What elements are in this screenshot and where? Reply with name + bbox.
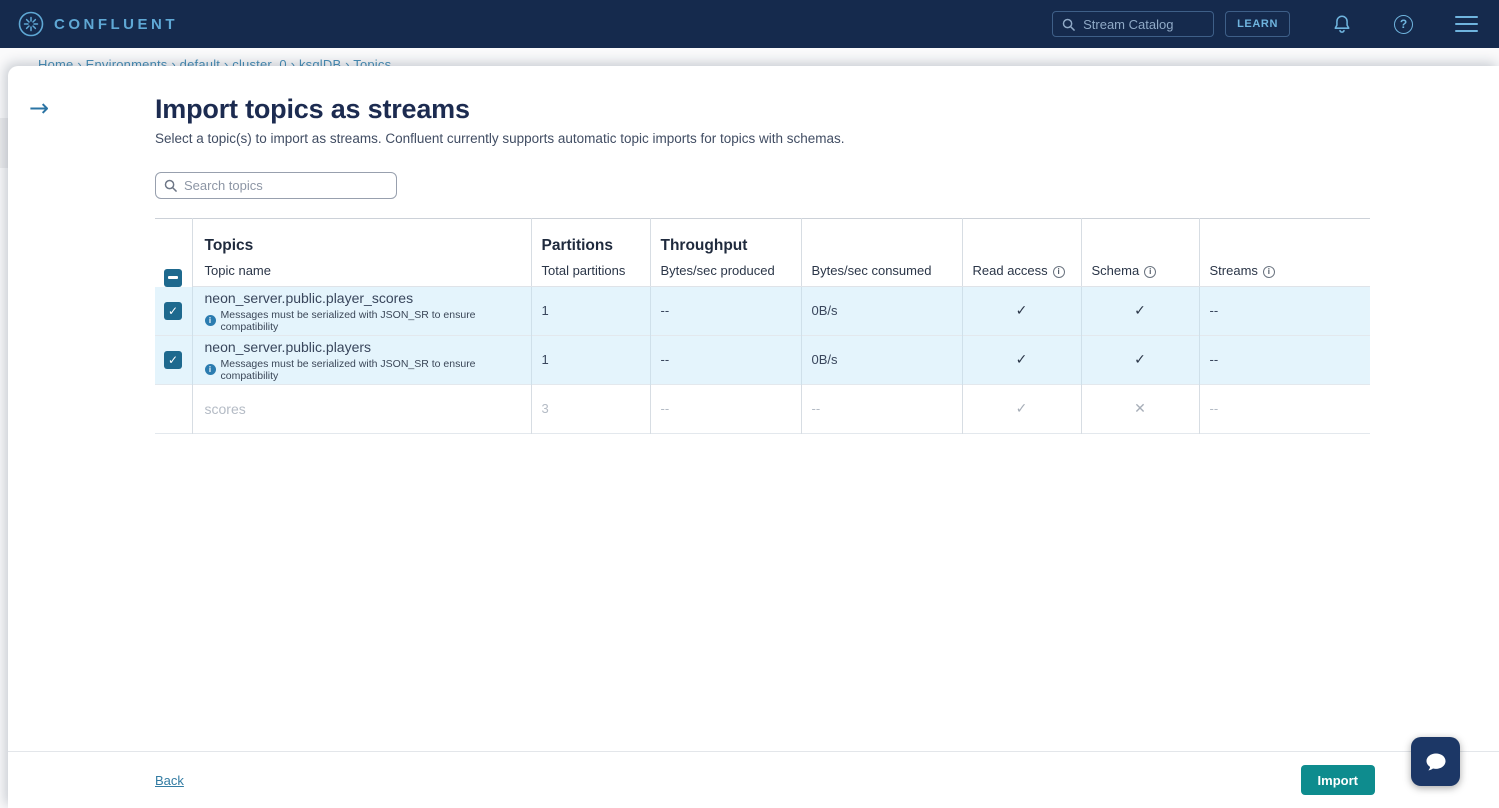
page-subtitle: Select a topic(s) to import as streams. … — [155, 131, 1370, 146]
info-icon: i — [205, 315, 216, 326]
bytes-consumed-value: 0B/s — [812, 303, 838, 318]
row-checkbox[interactable]: ✓ — [164, 302, 182, 320]
topic-name: neon_server.public.player_scores — [205, 290, 521, 307]
bytes-consumed-value: -- — [812, 401, 821, 416]
read-access-mark: ✓ — [1016, 303, 1028, 319]
column-bytes-consumed: Bytes/sec consumed — [812, 263, 932, 278]
search-icon — [164, 179, 177, 192]
select-all-checkbox[interactable] — [164, 269, 182, 287]
back-link[interactable]: Back — [155, 773, 184, 788]
streams-value: -- — [1210, 401, 1219, 416]
topic-name: neon_server.public.players — [205, 339, 521, 356]
search-topics-input[interactable] — [184, 178, 388, 193]
schema-mark: ✓ — [1134, 352, 1146, 368]
bytes-consumed-value: 0B/s — [812, 352, 838, 367]
schema-mark: ✓ — [1134, 303, 1146, 319]
table-row[interactable]: ✓ neon_server.public.player_scores i Mes… — [155, 287, 1370, 336]
table-row[interactable]: ✓ scores 3 -- -- ✓ ✕ -- — [155, 385, 1370, 434]
chat-bubble-icon — [1423, 749, 1449, 775]
info-icon[interactable]: i — [1263, 266, 1275, 278]
column-schema: Schema — [1092, 263, 1140, 278]
hamburger-menu-icon[interactable] — [1455, 16, 1478, 33]
streams-value: -- — [1210, 352, 1219, 367]
column-topic-name: Topic name — [205, 263, 271, 278]
row-checkbox[interactable]: ✓ — [164, 351, 182, 369]
topic-note: i Messages must be serialized with JSON_… — [205, 358, 521, 382]
total-partitions-value: 1 — [542, 352, 549, 367]
notifications-bell-icon[interactable] — [1332, 13, 1352, 35]
search-topics-box[interactable] — [155, 172, 397, 199]
read-access-mark: ✓ — [1016, 401, 1028, 417]
column-group-partitions: Partitions — [542, 237, 613, 254]
column-group-topics: Topics — [205, 237, 254, 254]
confluent-logo[interactable]: CONFLUENT — [18, 11, 178, 37]
column-total-partitions: Total partitions — [542, 263, 626, 278]
chat-widget-button[interactable] — [1411, 737, 1460, 786]
panel-footer: Back Import — [8, 751, 1499, 808]
help-icon[interactable]: ? — [1394, 15, 1413, 34]
top-navbar: CONFLUENT LEARN ? — [0, 0, 1499, 48]
column-streams: Streams — [1210, 263, 1258, 278]
schema-mark: ✕ — [1134, 401, 1146, 417]
column-read-access: Read access — [973, 263, 1048, 278]
topics-table: Topics Partitions Throughput Topic name … — [155, 218, 1370, 434]
page-title: Import topics as streams — [155, 94, 1370, 125]
import-topics-panel: → Import topics as streams Select a topi… — [8, 66, 1499, 808]
import-button[interactable]: Import — [1301, 765, 1375, 795]
bytes-produced-value: -- — [661, 352, 670, 367]
table-sub-header-row: Topic name Total partitions Bytes/sec pr… — [155, 257, 1370, 287]
confluent-logo-icon — [18, 11, 44, 37]
table-group-header-row: Topics Partitions Throughput — [155, 219, 1370, 257]
read-access-mark: ✓ — [1016, 352, 1028, 368]
total-partitions-value: 3 — [542, 401, 549, 416]
table-row[interactable]: ✓ neon_server.public.players i Messages … — [155, 336, 1370, 385]
topic-name: scores — [205, 401, 521, 418]
bytes-produced-value: -- — [661, 303, 670, 318]
topic-note: i Messages must be serialized with JSON_… — [205, 309, 521, 333]
info-icon: i — [205, 364, 216, 375]
stream-catalog-input[interactable] — [1083, 17, 1193, 32]
total-partitions-value: 1 — [542, 303, 549, 318]
stream-catalog-search[interactable] — [1052, 11, 1214, 37]
info-icon[interactable]: i — [1053, 266, 1065, 278]
search-icon — [1062, 18, 1075, 31]
learn-button[interactable]: LEARN — [1225, 11, 1290, 37]
brand-name: CONFLUENT — [54, 16, 178, 33]
streams-value: -- — [1210, 303, 1219, 318]
column-group-throughput: Throughput — [661, 237, 748, 254]
collapse-panel-arrow-icon[interactable]: → — [29, 96, 49, 120]
bytes-produced-value: -- — [661, 401, 670, 416]
column-bytes-produced: Bytes/sec produced — [661, 263, 775, 278]
info-icon[interactable]: i — [1144, 266, 1156, 278]
